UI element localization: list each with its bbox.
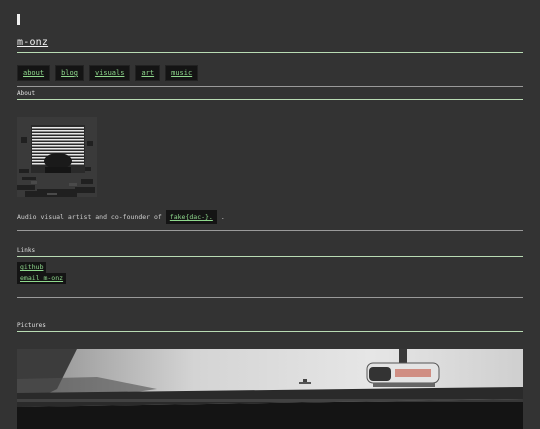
links-divider <box>17 256 523 257</box>
page-container: m-onz about blog visuals art music About <box>17 14 523 429</box>
picture-graphic <box>17 349 523 429</box>
cursor-bar <box>17 14 20 25</box>
github-link[interactable]: github <box>17 262 47 273</box>
bio-divider <box>17 230 523 231</box>
about-heading: About <box>17 90 36 97</box>
links-end-divider <box>17 297 523 298</box>
avatar-image <box>17 117 97 197</box>
nav-divider <box>17 86 523 87</box>
avatar-graphic <box>17 117 97 197</box>
header-divider <box>17 52 523 53</box>
picture-image <box>17 349 523 429</box>
main-nav: about blog visuals art music <box>17 65 523 81</box>
bio-text: Audio visual artist and co-founder of <box>17 213 162 221</box>
pictures-heading: Pictures <box>17 322 46 329</box>
nav-music[interactable]: music <box>165 65 199 81</box>
bio-suffix: . <box>220 213 225 221</box>
bio-paragraph: Audio visual artist and co-founder of fa… <box>17 210 523 224</box>
nav-visuals[interactable]: visuals <box>88 65 131 81</box>
email-link[interactable]: email m-onz <box>17 273 67 284</box>
nav-about[interactable]: about <box>17 65 51 81</box>
pictures-divider <box>17 331 523 332</box>
links-heading: Links <box>17 247 36 254</box>
nav-art[interactable]: art <box>135 65 161 81</box>
bio-link[interactable]: fake{dac-}. <box>165 210 217 224</box>
about-divider <box>17 99 523 100</box>
links-list: github email m-onz <box>17 262 523 284</box>
site-title-link[interactable]: m-onz <box>17 37 48 48</box>
nav-blog[interactable]: blog <box>55 65 84 81</box>
